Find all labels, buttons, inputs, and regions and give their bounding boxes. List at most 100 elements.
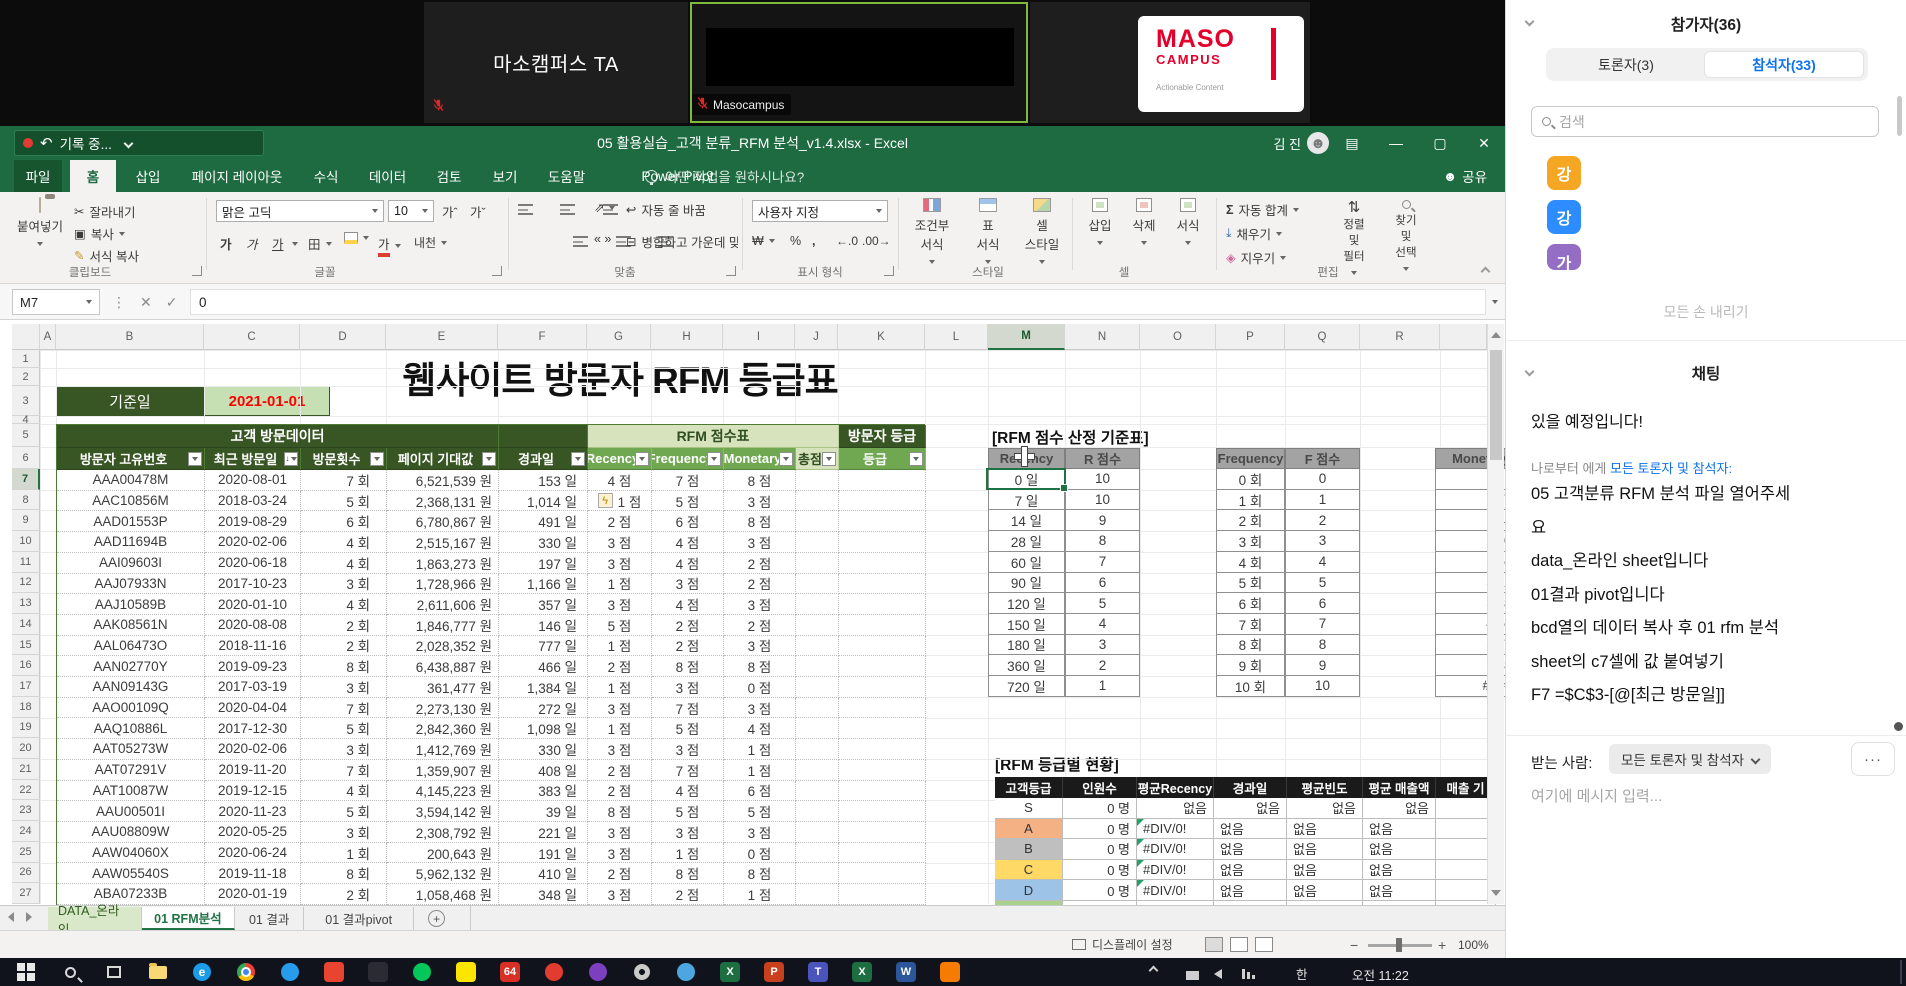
number-dialog-launcher[interactable]	[884, 266, 894, 276]
column-header-Q[interactable]: Q	[1285, 324, 1360, 350]
column-header-O[interactable]: O	[1140, 324, 1216, 350]
cell[interactable]: 2020-02-06	[205, 739, 301, 760]
column-header-I[interactable]: I	[723, 324, 795, 350]
score-cell[interactable]: 7	[1285, 614, 1360, 635]
score-cell[interactable]: 1	[1285, 490, 1360, 511]
ribbon-tab-홈[interactable]: 홈	[70, 160, 116, 192]
score-cell[interactable]: 10	[1065, 490, 1140, 511]
score-cell[interactable]: 9	[1285, 655, 1360, 676]
cell[interactable]: 4 점	[588, 470, 652, 491]
merge-center-button[interactable]: ⊟병합하고 가운데 맞춤	[626, 232, 738, 251]
ribbon-tab-검토[interactable]: 검토	[425, 160, 473, 192]
filter-button[interactable]	[188, 452, 202, 466]
cell[interactable]: 2020-08-01	[205, 470, 301, 491]
cell[interactable]: 408 일	[499, 760, 588, 781]
app-green-icon[interactable]	[402, 960, 442, 984]
cell[interactable]: 3 점	[724, 698, 796, 719]
row-header-14[interactable]: 14	[12, 614, 40, 635]
tray-volume-icon[interactable]	[1214, 966, 1222, 984]
insert-cells-button[interactable]: 삽입	[1080, 198, 1120, 248]
grade-value-cell[interactable]: 0 명	[1063, 798, 1137, 819]
normal-view-button[interactable]	[1205, 937, 1223, 952]
score-cell[interactable]: 8	[1065, 531, 1140, 552]
search-button[interactable]	[50, 960, 90, 984]
cell[interactable]: 7 점	[652, 470, 724, 491]
cell[interactable]: 3 점	[652, 822, 724, 843]
score-cell[interactable]: 720 일	[988, 676, 1065, 697]
cell[interactable]: 1,863,273 원	[387, 553, 499, 574]
cell[interactable]: 8 점	[652, 863, 724, 884]
cell[interactable]: 200,643 원	[387, 843, 499, 864]
cell[interactable]: 2019-12-15	[205, 781, 301, 802]
row-header-20[interactable]: 20	[12, 738, 40, 759]
phonetic-button[interactable]: 내천	[414, 234, 447, 251]
tray-expand-chevron[interactable]	[1150, 963, 1157, 977]
cell[interactable]	[839, 574, 926, 595]
score-cell[interactable]: 10	[1065, 469, 1140, 490]
cell[interactable]: 6,438,887 원	[387, 656, 499, 677]
cell[interactable]	[796, 760, 839, 781]
column-header-A[interactable]: A	[40, 324, 56, 350]
cell[interactable]: 2 점	[588, 760, 652, 781]
cell[interactable]: 2018-11-16	[205, 636, 301, 657]
row-header-2[interactable]: 2	[12, 368, 40, 386]
delete-cells-button[interactable]: 삭제	[1124, 198, 1164, 248]
app-orange-icon[interactable]	[930, 960, 970, 984]
filter-button[interactable]	[571, 452, 585, 466]
cell[interactable]: AAN02770Y	[57, 656, 205, 677]
row-header-6[interactable]: 6	[12, 447, 40, 469]
cell[interactable]: 2 점	[588, 863, 652, 884]
participant-avatar-1[interactable]: 강	[1547, 156, 1581, 190]
filter-button[interactable]	[909, 452, 923, 466]
chat-more-button[interactable]: ···	[1851, 742, 1895, 776]
lower-all-hands-button[interactable]: 모든 손 내리기	[1506, 302, 1906, 322]
cell[interactable]: 1,166 일	[499, 574, 588, 595]
cell[interactable]: 3 점	[724, 822, 796, 843]
collapse-ribbon-button[interactable]	[1481, 267, 1491, 277]
number-format-combo[interactable]: 사용자 지정	[752, 200, 888, 222]
score-cell[interactable]: 9	[1065, 510, 1140, 531]
trace-error-icon[interactable]: ϟ	[598, 493, 613, 508]
cell[interactable]: AAW04060X	[57, 843, 205, 864]
row-header-22[interactable]: 22	[12, 780, 40, 801]
cell[interactable]	[839, 781, 926, 802]
increase-decimal-button[interactable]: ←.0	[836, 234, 858, 248]
cell[interactable]: 3 점	[588, 553, 652, 574]
score-cell[interactable]: 2 회	[1216, 510, 1285, 531]
grade-value-cell[interactable]: 없음	[1214, 819, 1287, 840]
cell[interactable]: 4 회	[301, 553, 387, 574]
cell[interactable]	[839, 822, 926, 843]
cell[interactable]: AAD01553P	[57, 511, 205, 532]
cell[interactable]: 2020-02-06	[205, 532, 301, 553]
score-cell[interactable]: 14 일	[988, 510, 1065, 531]
cell[interactable]: 197 일	[499, 553, 588, 574]
tab-scroll-left[interactable]	[8, 912, 14, 922]
cell[interactable]	[796, 822, 839, 843]
cell[interactable]	[796, 718, 839, 739]
cell[interactable]: 39 일	[499, 801, 588, 822]
column-header-B[interactable]: B	[56, 324, 204, 350]
score-cell[interactable]: 2	[1065, 655, 1140, 676]
recorder-64-icon[interactable]: 64	[490, 960, 530, 984]
grade-value-cell[interactable]: 없음	[1363, 819, 1436, 840]
cell[interactable]	[839, 491, 926, 512]
tab-scroll-right[interactable]	[26, 912, 32, 922]
row-header-13[interactable]: 13	[12, 593, 40, 614]
edge-icon[interactable]: e	[182, 960, 222, 984]
cell[interactable]: 153 일	[499, 470, 588, 491]
cell[interactable]: 3 점	[588, 594, 652, 615]
column-header-M[interactable]: M	[988, 324, 1065, 350]
font-size-combo[interactable]: 10	[388, 200, 434, 222]
sheet-tab-01 RFM분석[interactable]: 01 RFM분석	[142, 907, 236, 930]
italic-button[interactable]: 가	[246, 234, 258, 253]
cell[interactable]: 6 점	[652, 511, 724, 532]
cell[interactable]: 221 일	[499, 822, 588, 843]
cell[interactable]: 2,273,130 원	[387, 698, 499, 719]
cell[interactable]: 2017-10-23	[205, 574, 301, 595]
search-input[interactable]	[1559, 114, 1839, 130]
cell[interactable]: 2 회	[301, 636, 387, 657]
cell[interactable]: AAK08561N	[57, 615, 205, 636]
fill-button[interactable]: ⤓채우기	[1226, 224, 1282, 243]
grade-cell[interactable]: B	[995, 839, 1063, 860]
cell[interactable]: 1 점	[724, 739, 796, 760]
